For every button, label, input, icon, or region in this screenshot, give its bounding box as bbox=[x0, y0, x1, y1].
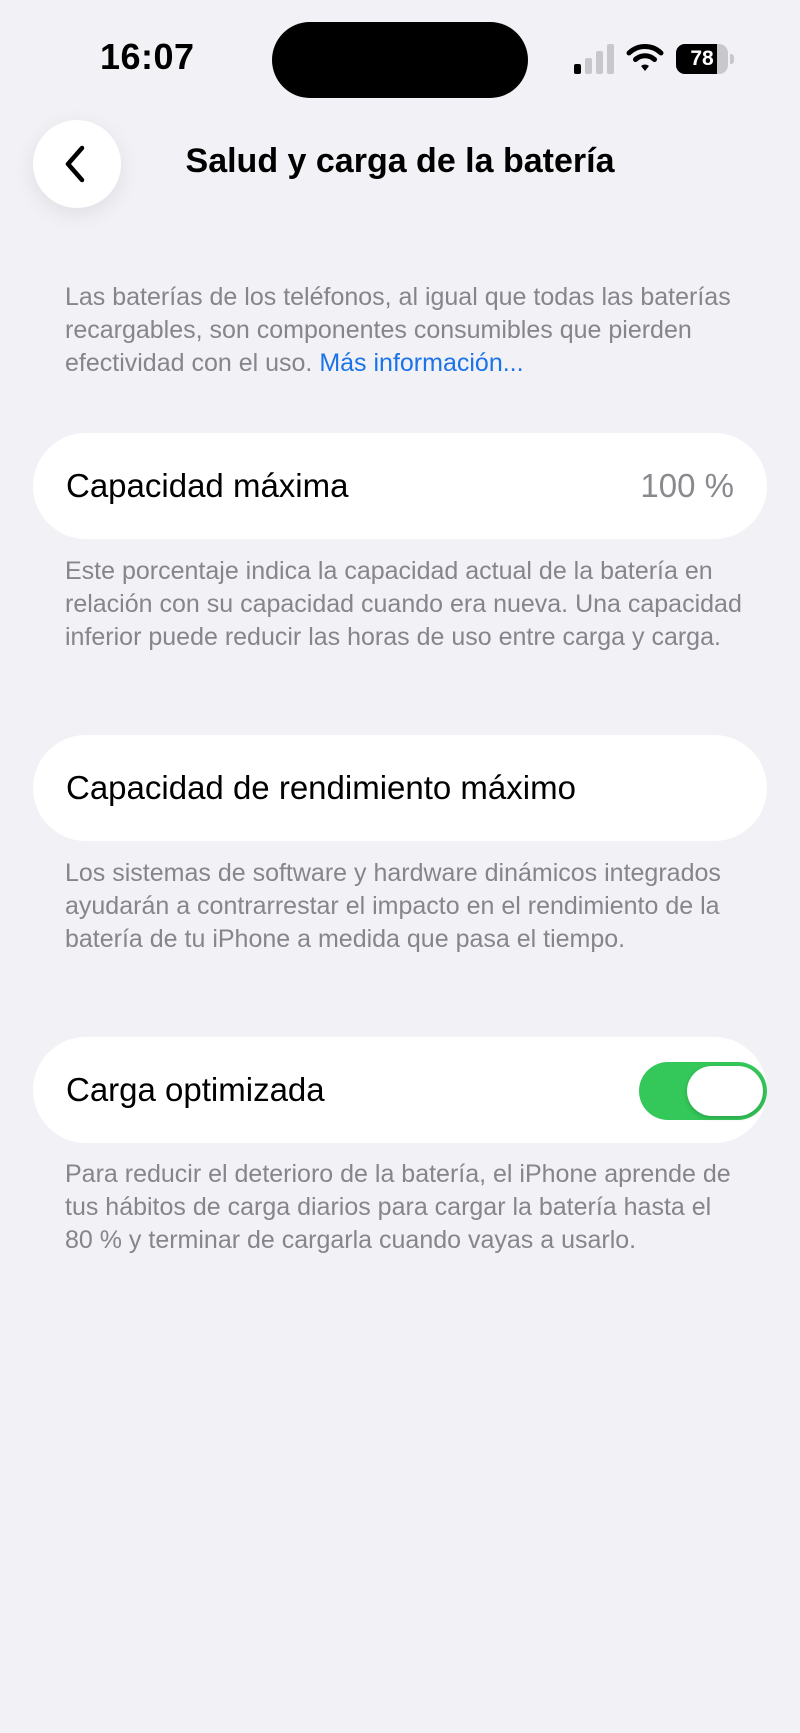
optimized-charging-footnote: Para reducir el deterioro de la batería,… bbox=[65, 1160, 731, 1254]
back-button[interactable] bbox=[33, 120, 121, 208]
toggle-knob bbox=[687, 1066, 763, 1116]
max-capacity-value: 100 % bbox=[640, 467, 734, 504]
signal-bar bbox=[596, 51, 603, 74]
wifi-icon bbox=[626, 44, 664, 71]
cellular-signal-icon bbox=[574, 44, 614, 74]
peak-performance-row: Capacidad de rendimiento máximo bbox=[33, 735, 767, 841]
dynamic-island bbox=[272, 22, 528, 98]
optimized-charging-row: Carga optimizada bbox=[33, 1037, 767, 1143]
intro-text: Las baterías de los teléfonos, al igual … bbox=[65, 281, 745, 380]
more-info-link[interactable]: Más información... bbox=[319, 349, 523, 377]
battery-body: 78 bbox=[676, 44, 728, 74]
peak-performance-label: Capacidad de rendimiento máximo bbox=[66, 769, 576, 806]
peak-performance-footnote: Los sistemas de software y hardware diná… bbox=[65, 859, 721, 953]
battery-nub bbox=[730, 54, 734, 64]
signal-bar bbox=[607, 44, 614, 74]
status-bar: 16:07 78 bbox=[0, 0, 800, 110]
page-title: Salud y carga de la batería bbox=[185, 142, 615, 180]
chevron-left-icon bbox=[65, 145, 85, 183]
battery-level: 78 bbox=[690, 47, 714, 70]
signal-bar bbox=[574, 64, 581, 74]
optimized-charging-toggle[interactable] bbox=[639, 1062, 767, 1120]
max-capacity-footnote: Este porcentaje indica la capacidad actu… bbox=[65, 557, 742, 651]
optimized-charging-label: Carga optimizada bbox=[66, 1071, 325, 1108]
status-time: 16:07 bbox=[100, 36, 195, 77]
signal-bar bbox=[585, 58, 592, 74]
battery-icon: 78 bbox=[676, 44, 734, 74]
max-capacity-label: Capacidad máxima bbox=[66, 467, 349, 504]
max-capacity-row: Capacidad máxima 100 % bbox=[33, 433, 767, 539]
